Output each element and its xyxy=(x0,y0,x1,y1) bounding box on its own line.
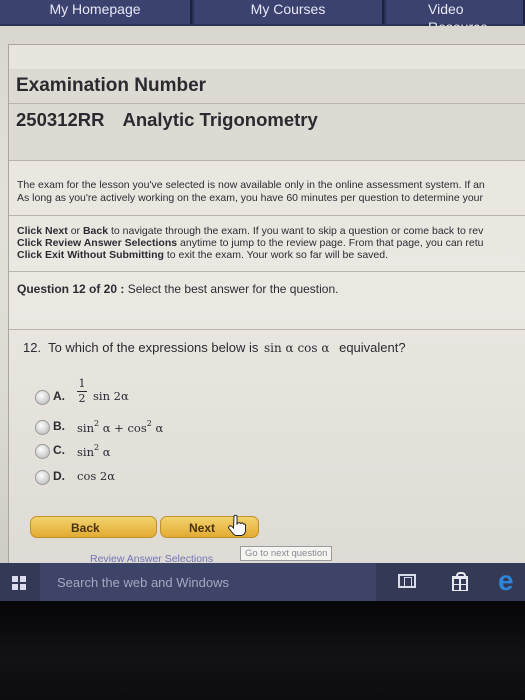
question-expression: sin α cos α xyxy=(263,341,330,355)
fraction: 1 2 xyxy=(77,378,87,405)
taskbar-search-box[interactable]: Search the web and Windows xyxy=(40,563,376,601)
exam-title: 250312RR Analytic Trigonometry xyxy=(16,109,318,131)
next-tooltip: Go to next question xyxy=(240,546,333,561)
radio-button[interactable] xyxy=(35,390,50,405)
fraction-numerator: 1 xyxy=(78,377,86,390)
expr-part: sin xyxy=(77,421,94,435)
instruction-bold: Click Exit Without Submitting xyxy=(17,249,164,261)
expr-part: α xyxy=(151,421,164,435)
store-icon[interactable] xyxy=(452,572,468,591)
monitor-bezel xyxy=(0,601,525,700)
radio-button[interactable] xyxy=(35,420,50,435)
course-name: Analytic Trigonometry xyxy=(122,109,318,130)
back-button[interactable]: Back xyxy=(30,516,157,538)
exam-heading: Examination Number xyxy=(16,75,207,96)
question-prompt: 12. To which of the expressions below is… xyxy=(23,340,406,355)
exam-number: 250312RR xyxy=(16,109,105,130)
instructions-intro: The exam for the lesson you've selected … xyxy=(17,179,525,204)
windows-start-icon[interactable] xyxy=(12,576,26,590)
nav-video-resources[interactable]: Video Resource xyxy=(386,0,525,35)
taskbar: Search the web and Windows e xyxy=(0,563,525,601)
nav-my-courses[interactable]: My Courses xyxy=(194,0,384,24)
back-button-label: Back xyxy=(71,521,100,535)
instruction-text: anytime to jump to the review page. From… xyxy=(177,237,484,249)
instructions-navigation: Click Next or Back to navigate through t… xyxy=(17,225,525,261)
option-letter: A. xyxy=(53,389,65,403)
option-letter: C. xyxy=(53,443,65,457)
question-counter-bold: Question 12 of 20 : xyxy=(17,282,125,296)
exam-screen: Examination Number 250312RR Analytic Trig… xyxy=(0,26,525,565)
option-letter: B. xyxy=(53,419,65,433)
option-expression: sin2 α xyxy=(77,443,111,459)
instruction-bold: Click Review Answer Selections xyxy=(17,237,178,249)
question-text-end: equivalent? xyxy=(339,340,406,355)
next-button-label: Next xyxy=(189,521,216,535)
question-number: 12. xyxy=(23,340,42,355)
task-view-icon[interactable] xyxy=(398,574,416,588)
edge-icon[interactable]: e xyxy=(498,567,514,595)
instruction-text: to navigate through the exam. If you wan… xyxy=(108,225,484,237)
radio-button[interactable] xyxy=(35,444,50,459)
instruction-bold: Back xyxy=(82,225,109,237)
radio-button[interactable] xyxy=(35,470,50,485)
option-expression: cos 2α xyxy=(77,469,116,483)
instruction-bold: Click Next xyxy=(17,225,68,237)
divider xyxy=(9,215,525,216)
expr-part: α + cos xyxy=(99,421,147,435)
expr-part: α xyxy=(99,445,111,459)
option-letter: D. xyxy=(53,469,65,483)
search-placeholder: Search the web and Windows xyxy=(57,575,229,590)
instruction-line: Click Next or Back to navigate through t… xyxy=(17,225,525,237)
instruction-line: The exam for the lesson you've selected … xyxy=(17,179,485,191)
expr-part: sin xyxy=(77,445,94,459)
instruction-text: to exit the exam. Your work so far will … xyxy=(163,249,389,261)
fraction-denominator: 2 xyxy=(78,392,86,405)
instruction-line: As long as you're actively working on th… xyxy=(17,191,484,204)
nav-my-homepage[interactable]: My Homepage xyxy=(0,0,192,24)
instruction-text: or xyxy=(67,225,83,237)
question-counter: Question 12 of 20 : Select the best answ… xyxy=(17,282,338,296)
exam-panel: Examination Number 250312RR Analytic Trig… xyxy=(8,44,525,565)
option-expression: sin2 α + cos2 α xyxy=(77,419,163,435)
question-counter-text: Select the best answer for the question. xyxy=(124,282,339,296)
option-expression: sin 2α xyxy=(93,389,129,403)
instruction-line: Click Exit Without Submitting to exit th… xyxy=(17,249,525,261)
divider xyxy=(9,271,525,272)
question-text: To which of the expressions below is xyxy=(48,340,259,355)
top-nav: My Homepage My Courses Video Resource xyxy=(0,0,525,35)
instruction-line: Click Review Answer Selections anytime t… xyxy=(17,237,525,249)
hand-cursor-icon xyxy=(228,514,246,536)
divider xyxy=(9,103,525,104)
